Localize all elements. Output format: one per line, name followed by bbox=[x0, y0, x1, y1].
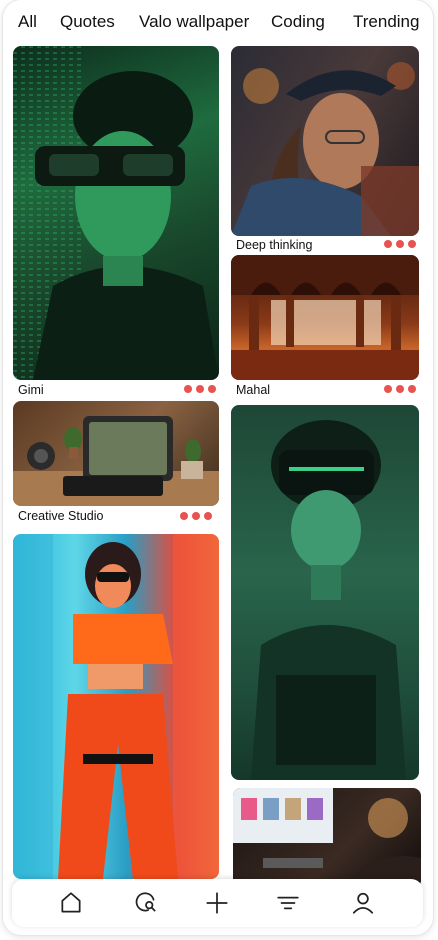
pin-card-gimi[interactable] bbox=[13, 46, 219, 380]
category-tabs: All Quotes Valo wallpaper Coding Trendin… bbox=[0, 0, 438, 46]
card-image bbox=[13, 534, 219, 879]
more-options-icon[interactable] bbox=[184, 385, 216, 393]
card-image bbox=[231, 62, 419, 236]
card-caption: Gimi bbox=[18, 383, 44, 397]
tab-quotes[interactable]: Quotes bbox=[60, 12, 115, 32]
pin-card-mahal[interactable] bbox=[231, 255, 419, 380]
card-image bbox=[233, 788, 421, 888]
pin-card-vr-woman[interactable] bbox=[231, 405, 419, 780]
more-options-icon[interactable] bbox=[180, 512, 212, 520]
home-icon[interactable] bbox=[58, 890, 84, 916]
card-image bbox=[231, 255, 419, 380]
profile-icon[interactable] bbox=[350, 890, 376, 916]
search-icon[interactable] bbox=[133, 890, 159, 916]
card-image bbox=[13, 46, 219, 380]
card-caption: Mahal bbox=[236, 383, 271, 397]
filter-icon[interactable] bbox=[275, 890, 301, 916]
card-caption: Deep thinking bbox=[236, 238, 313, 252]
tab-all[interactable]: All bbox=[18, 12, 37, 32]
card-image bbox=[231, 405, 419, 780]
more-options-icon[interactable] bbox=[384, 385, 416, 393]
pin-card-desk[interactable] bbox=[233, 788, 421, 888]
more-options-icon[interactable] bbox=[384, 240, 416, 248]
pin-card-neon-woman[interactable] bbox=[13, 534, 219, 879]
tab-valo-wallpaper[interactable]: Valo wallpaper bbox=[139, 12, 249, 32]
tab-coding[interactable]: Coding bbox=[271, 12, 325, 32]
card-caption: Creative Studio bbox=[18, 509, 104, 523]
add-icon[interactable] bbox=[204, 890, 230, 916]
tab-trending[interactable]: Trending bbox=[353, 12, 419, 32]
card-image bbox=[13, 416, 219, 506]
pin-card-creative-studio[interactable] bbox=[13, 401, 219, 506]
pin-card-deep-thinking[interactable] bbox=[231, 46, 419, 236]
bottom-nav bbox=[12, 879, 423, 927]
